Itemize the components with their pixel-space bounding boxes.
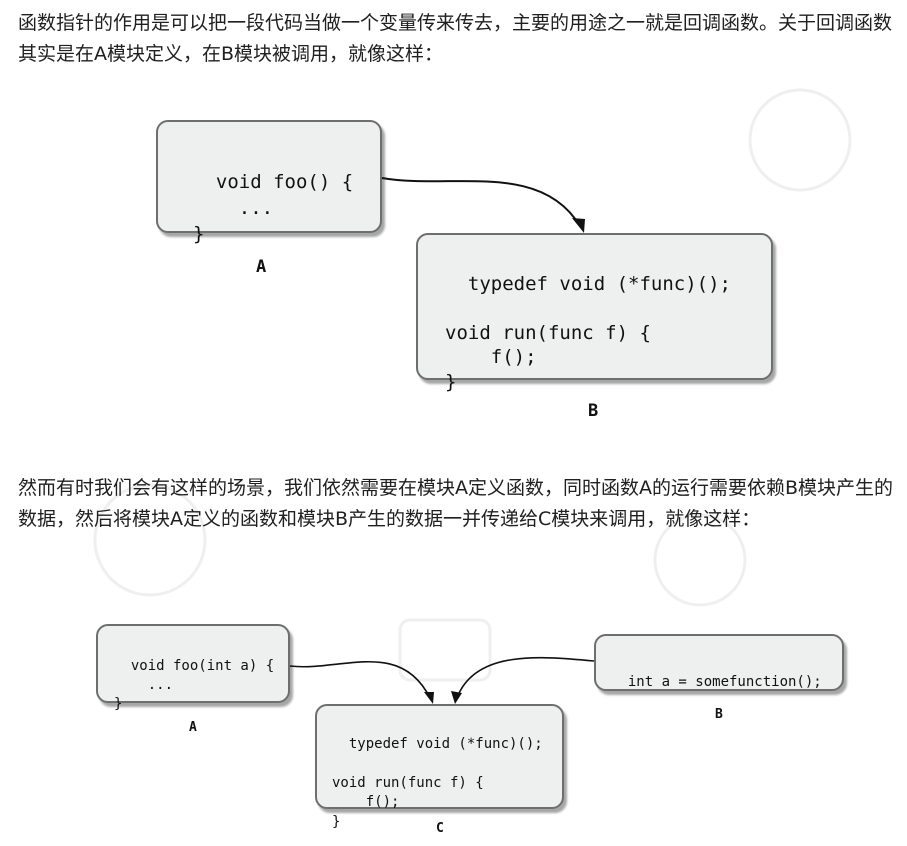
arrowhead-a-to-b — [572, 218, 585, 233]
arrowhead-b-to-c — [451, 691, 462, 704]
arrow-b-to-c — [456, 656, 595, 699]
arrow-a-to-b — [381, 177, 581, 227]
arrows-layer — [289, 177, 595, 704]
arrow-a-to-c — [289, 660, 431, 699]
arrowhead-a-to-c — [424, 692, 434, 704]
